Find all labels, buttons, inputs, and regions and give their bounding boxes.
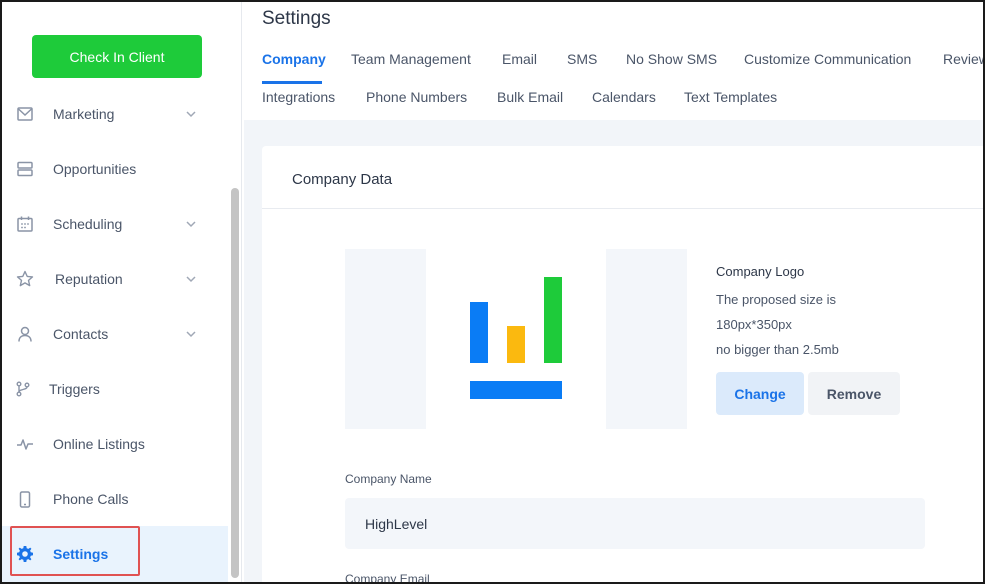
phone-icon (16, 490, 34, 508)
sidebar-item-label: Reputation (55, 271, 123, 287)
tab-calendars[interactable]: Calendars (592, 89, 656, 105)
tab-no-show-sms[interactable]: No Show SMS (626, 51, 717, 67)
sidebar-item-label: Phone Calls (53, 491, 129, 507)
mail-icon (16, 105, 34, 123)
remove-logo-button[interactable]: Remove (808, 372, 900, 415)
sidebar-item-reputation[interactable]: Reputation (2, 253, 228, 305)
chevron-down-icon[interactable] (185, 218, 197, 230)
logo-preview-pad-right (606, 249, 687, 429)
tab-text-templates[interactable]: Text Templates (684, 89, 777, 105)
user-icon (16, 325, 34, 343)
company-data-card: Company Data Company Logo The proposed s… (262, 146, 983, 584)
tab-bulk-email[interactable]: Bulk Email (497, 89, 563, 105)
tab-company[interactable]: Company (262, 51, 326, 67)
tab-integrations[interactable]: Integrations (262, 89, 335, 105)
logo-dimensions-hint: 180px*350px (716, 317, 792, 332)
sidebar-item-opportunities[interactable]: Opportunities (2, 143, 228, 195)
sidebar-item-marketing[interactable]: Marketing (2, 88, 228, 140)
tab-customize-communication[interactable]: Customize Communication (744, 51, 911, 67)
branch-icon (14, 380, 32, 398)
sidebar-item-triggers[interactable]: Triggers (2, 363, 228, 415)
tab-phone-numbers[interactable]: Phone Numbers (366, 89, 467, 105)
star-icon (16, 270, 34, 288)
sidebar-item-label: Marketing (53, 106, 115, 122)
settings-header: Settings Company Team Management Email S… (244, 2, 983, 120)
card-title: Company Data (292, 171, 393, 188)
chevron-down-icon[interactable] (185, 108, 197, 120)
main-content: Settings Company Team Management Email S… (244, 2, 983, 584)
tab-review[interactable]: Review (943, 51, 983, 67)
page-title: Settings (262, 8, 331, 29)
active-tab-indicator (262, 81, 322, 84)
sidebar-scrollbar[interactable] (231, 188, 239, 578)
company-name-label: Company Name (345, 472, 432, 486)
calendar-icon (16, 215, 34, 233)
sidebar-item-phone-calls[interactable]: Phone Calls (2, 473, 228, 525)
sidebar-item-contacts[interactable]: Contacts (2, 308, 228, 360)
sidebar-item-label: Scheduling (53, 216, 123, 232)
company-email-label: Company Email (345, 572, 430, 584)
sidebar-item-label: Online Listings (53, 436, 145, 452)
logo-preview-pad-left (345, 249, 426, 429)
logo-size-hint: The proposed size is (716, 292, 836, 307)
app-window: Check In Client Marketing Opportunities (0, 0, 985, 584)
sidebar: Check In Client Marketing Opportunities (2, 2, 242, 582)
company-logo-image (470, 277, 562, 399)
logo-filesize-hint: no bigger than 2.5mb (716, 342, 839, 357)
stack-icon (16, 160, 34, 178)
sidebar-item-label: Triggers (49, 381, 100, 397)
sidebar-item-scheduling[interactable]: Scheduling (2, 198, 228, 250)
sidebar-item-online-listings[interactable]: Online Listings (2, 418, 228, 470)
company-name-input[interactable] (345, 498, 925, 549)
settings-highlight-box (10, 526, 140, 576)
tab-team-management[interactable]: Team Management (351, 51, 471, 67)
sidebar-item-label: Opportunities (53, 161, 137, 177)
company-logo-heading: Company Logo (716, 264, 805, 279)
tab-email[interactable]: Email (502, 51, 537, 67)
chevron-down-icon[interactable] (185, 273, 197, 285)
pulse-icon (16, 435, 34, 453)
divider (262, 208, 983, 209)
change-logo-button[interactable]: Change (716, 372, 804, 415)
tab-sms[interactable]: SMS (567, 51, 597, 67)
sidebar-item-label: Contacts (53, 326, 109, 342)
chevron-down-icon[interactable] (185, 328, 197, 340)
check-in-client-button[interactable]: Check In Client (32, 35, 202, 78)
